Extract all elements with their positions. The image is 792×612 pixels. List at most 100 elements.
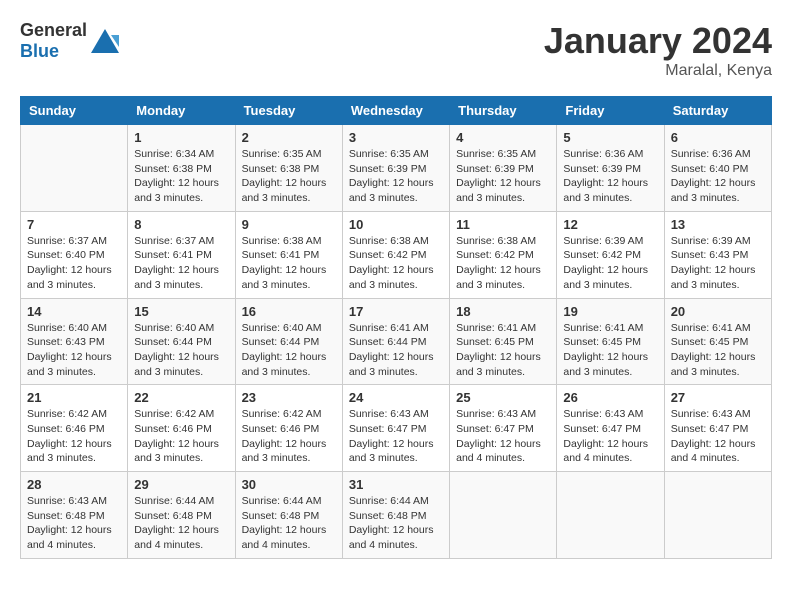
day-info: Sunrise: 6:38 AMSunset: 6:42 PMDaylight:… — [349, 234, 443, 293]
day-info: Sunrise: 6:37 AMSunset: 6:40 PMDaylight:… — [27, 234, 121, 293]
logo-general: General — [20, 20, 87, 40]
day-number: 25 — [456, 390, 550, 405]
day-number: 5 — [563, 130, 657, 145]
day-info: Sunrise: 6:40 AMSunset: 6:44 PMDaylight:… — [134, 321, 228, 380]
calendar-cell: 13Sunrise: 6:39 AMSunset: 6:43 PMDayligh… — [664, 211, 771, 298]
day-info: Sunrise: 6:43 AMSunset: 6:47 PMDaylight:… — [349, 407, 443, 466]
day-info: Sunrise: 6:44 AMSunset: 6:48 PMDaylight:… — [349, 494, 443, 553]
calendar-cell: 12 Sunrise: 6:39 AMSunset: 6:42 PMDayligh… — [557, 211, 664, 298]
day-number: 6 — [671, 130, 765, 145]
day-info: Sunrise: 6:41 AMSunset: 6:45 PMDaylight:… — [563, 321, 657, 380]
logo-icon — [89, 27, 121, 55]
calendar-table: SundayMondayTuesdayWednesdayThursdayFrid… — [20, 96, 772, 559]
calendar-cell: 19Sunrise: 6:41 AMSunset: 6:45 PMDayligh… — [557, 298, 664, 385]
day-info: Sunrise: 6:34 AMSunset: 6:38 PMDaylight:… — [134, 147, 228, 206]
location-title: Maralal, Kenya — [544, 62, 772, 80]
day-number: 24 — [349, 390, 443, 405]
calendar-cell: 11Sunrise: 6:38 AMSunset: 6:42 PMDayligh… — [450, 211, 557, 298]
calendar-cell — [664, 472, 771, 559]
weekday-header-friday: Friday — [557, 97, 664, 125]
day-number: 9 — [242, 217, 336, 232]
calendar-cell: 31 Sunrise: 6:44 AMSunset: 6:48 PMDayligh… — [342, 472, 449, 559]
day-info: Sunrise: 6:36 AMSunset: 6:39 PMDaylight:… — [563, 147, 657, 206]
day-info: Sunrise: 6:38 AMSunset: 6:41 PMDaylight:… — [242, 234, 336, 293]
day-number: 22 — [134, 390, 228, 405]
calendar-cell: 30 Sunrise: 6:44 AMSunset: 6:48 PMDayligh… — [235, 472, 342, 559]
weekday-header-monday: Monday — [128, 97, 235, 125]
day-info: Sunrise: 6:36 AMSunset: 6:40 PMDaylight:… — [671, 147, 765, 206]
day-number: 17 — [349, 304, 443, 319]
day-info: Sunrise: 6:39 AMSunset: 6:42 PMDaylight:… — [563, 234, 657, 293]
day-info: Sunrise: 6:43 AMSunset: 6:47 PMDaylight:… — [563, 407, 657, 466]
day-number: 28 — [27, 477, 121, 492]
day-number: 16 — [242, 304, 336, 319]
day-info: Sunrise: 6:40 AMSunset: 6:43 PMDaylight:… — [27, 321, 121, 380]
day-number: 23 — [242, 390, 336, 405]
day-info: Sunrise: 6:37 AMSunset: 6:41 PMDaylight:… — [134, 234, 228, 293]
month-title: January 2024 — [544, 20, 772, 62]
calendar-cell: 5 Sunrise: 6:36 AMSunset: 6:39 PMDaylight… — [557, 125, 664, 212]
day-info: Sunrise: 6:42 AMSunset: 6:46 PMDaylight:… — [134, 407, 228, 466]
calendar-cell: 25 Sunrise: 6:43 AMSunset: 6:47 PMDayligh… — [450, 385, 557, 472]
calendar-cell: 28Sunrise: 6:43 AMSunset: 6:48 PMDayligh… — [21, 472, 128, 559]
weekday-header-wednesday: Wednesday — [342, 97, 449, 125]
calendar-cell: 27Sunrise: 6:43 AMSunset: 6:47 PMDayligh… — [664, 385, 771, 472]
calendar-cell: 15 Sunrise: 6:40 AMSunset: 6:44 PMDayligh… — [128, 298, 235, 385]
day-number: 12 — [563, 217, 657, 232]
day-number: 7 — [27, 217, 121, 232]
weekday-header-thursday: Thursday — [450, 97, 557, 125]
calendar-week-row: 21 Sunrise: 6:42 AMSunset: 6:46 PMDayligh… — [21, 385, 772, 472]
calendar-week-row: 28Sunrise: 6:43 AMSunset: 6:48 PMDayligh… — [21, 472, 772, 559]
calendar-cell: 29Sunrise: 6:44 AMSunset: 6:48 PMDayligh… — [128, 472, 235, 559]
day-info: Sunrise: 6:43 AMSunset: 6:47 PMDaylight:… — [671, 407, 765, 466]
day-number: 14 — [27, 304, 121, 319]
calendar-cell: 24 Sunrise: 6:43 AMSunset: 6:47 PMDayligh… — [342, 385, 449, 472]
day-number: 1 — [134, 130, 228, 145]
calendar-cell: 17 Sunrise: 6:41 AMSunset: 6:44 PMDayligh… — [342, 298, 449, 385]
day-number: 29 — [134, 477, 228, 492]
day-number: 30 — [242, 477, 336, 492]
day-number: 4 — [456, 130, 550, 145]
day-number: 31 — [349, 477, 443, 492]
day-number: 13 — [671, 217, 765, 232]
day-number: 8 — [134, 217, 228, 232]
weekday-header-sunday: Sunday — [21, 97, 128, 125]
calendar-cell: 26 Sunrise: 6:43 AMSunset: 6:47 PMDayligh… — [557, 385, 664, 472]
calendar-week-row: 7 Sunrise: 6:37 AMSunset: 6:40 PMDaylight… — [21, 211, 772, 298]
day-info: Sunrise: 6:35 AMSunset: 6:39 PMDaylight:… — [456, 147, 550, 206]
day-number: 2 — [242, 130, 336, 145]
calendar-week-row: 14 Sunrise: 6:40 AMSunset: 6:43 PMDayligh… — [21, 298, 772, 385]
day-number: 26 — [563, 390, 657, 405]
calendar-cell — [21, 125, 128, 212]
day-info: Sunrise: 6:43 AMSunset: 6:47 PMDaylight:… — [456, 407, 550, 466]
day-number: 15 — [134, 304, 228, 319]
calendar-cell: 2Sunrise: 6:35 AMSunset: 6:38 PMDaylight… — [235, 125, 342, 212]
day-info: Sunrise: 6:40 AMSunset: 6:44 PMDaylight:… — [242, 321, 336, 380]
logo-text: General Blue — [20, 20, 87, 62]
calendar-cell: 1 Sunrise: 6:34 AMSunset: 6:38 PMDaylight… — [128, 125, 235, 212]
weekday-header-saturday: Saturday — [664, 97, 771, 125]
day-info: Sunrise: 6:42 AMSunset: 6:46 PMDaylight:… — [27, 407, 121, 466]
weekday-header-tuesday: Tuesday — [235, 97, 342, 125]
day-info: Sunrise: 6:41 AMSunset: 6:45 PMDaylight:… — [456, 321, 550, 380]
day-number: 10 — [349, 217, 443, 232]
calendar-cell: 8 Sunrise: 6:37 AMSunset: 6:41 PMDaylight… — [128, 211, 235, 298]
calendar-cell: 23 Sunrise: 6:42 AMSunset: 6:46 PMDayligh… — [235, 385, 342, 472]
calendar-cell: 10 Sunrise: 6:38 AMSunset: 6:42 PMDayligh… — [342, 211, 449, 298]
calendar-cell: 14 Sunrise: 6:40 AMSunset: 6:43 PMDayligh… — [21, 298, 128, 385]
day-info: Sunrise: 6:44 AMSunset: 6:48 PMDaylight:… — [242, 494, 336, 553]
calendar-cell: 21 Sunrise: 6:42 AMSunset: 6:46 PMDayligh… — [21, 385, 128, 472]
day-info: Sunrise: 6:41 AMSunset: 6:44 PMDaylight:… — [349, 321, 443, 380]
day-number: 3 — [349, 130, 443, 145]
day-number: 21 — [27, 390, 121, 405]
title-area: January 2024 Maralal, Kenya — [544, 20, 772, 80]
day-info: Sunrise: 6:42 AMSunset: 6:46 PMDaylight:… — [242, 407, 336, 466]
calendar-cell: 7 Sunrise: 6:37 AMSunset: 6:40 PMDaylight… — [21, 211, 128, 298]
calendar-cell: 16 Sunrise: 6:40 AMSunset: 6:44 PMDayligh… — [235, 298, 342, 385]
weekday-header-row: SundayMondayTuesdayWednesdayThursdayFrid… — [21, 97, 772, 125]
calendar-cell — [450, 472, 557, 559]
logo-blue: Blue — [20, 41, 59, 61]
day-number: 11 — [456, 217, 550, 232]
page-header: General Blue January 2024 Maralal, Kenya — [20, 20, 772, 80]
calendar-cell: 6 Sunrise: 6:36 AMSunset: 6:40 PMDaylight… — [664, 125, 771, 212]
